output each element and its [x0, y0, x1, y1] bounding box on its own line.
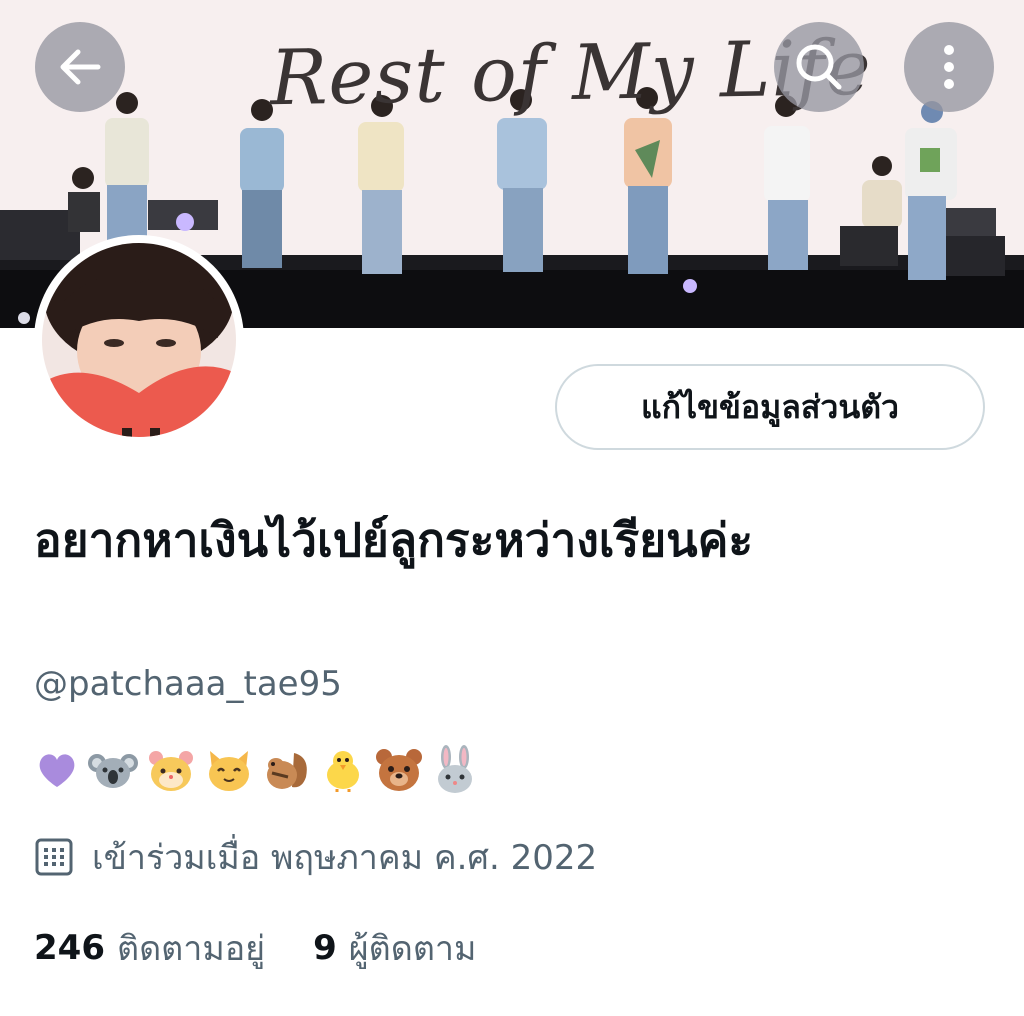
profile-avatar[interactable]: [34, 235, 244, 445]
following-count: 246: [34, 928, 105, 968]
joined-date-row: เข้าร่วมเมื่อ พฤษภาคม ค.ศ. 2022: [34, 832, 597, 882]
joined-date-text: เข้าร่วมเมื่อ พฤษภาคม ค.ศ. 2022: [92, 838, 598, 878]
followers-label: ผู้ติดตาม: [348, 929, 477, 969]
back-button[interactable]: [35, 22, 125, 112]
profile-display-name: อยากหาเงินไว้เปย์ลูกระหว่างเรียนค่ะ: [34, 513, 754, 567]
cat-icon: [209, 751, 249, 791]
rabbit-icon: [438, 745, 472, 793]
arrow-left-icon: [60, 49, 101, 85]
followers-link[interactable]: 9 ผู้ติดตาม: [313, 921, 476, 975]
more-options-button[interactable]: [904, 22, 994, 112]
profile-handle: @patchaaa_tae95: [34, 664, 342, 704]
koala-icon: [88, 754, 138, 788]
following-label: ติดตามอยู่: [116, 929, 266, 969]
calendar-icon: [35, 838, 73, 876]
following-link[interactable]: 246 ติดตามอยู่: [34, 921, 265, 975]
search-icon: [796, 44, 842, 90]
search-button[interactable]: [774, 22, 864, 112]
bio-emoji-row: [34, 744, 478, 796]
bear-icon: [376, 749, 422, 791]
follow-stats: 246 ติดตามอยู่ 9 ผู้ติดตาม: [34, 922, 524, 974]
chick-icon: [327, 751, 359, 792]
edit-profile-button[interactable]: แก้ไขข้อมูลส่วนตัว: [555, 364, 985, 450]
chipmunk-icon: [267, 753, 307, 789]
more-vertical-icon: [944, 45, 954, 89]
followers-count: 9: [313, 928, 337, 968]
purple-heart-icon: [39, 754, 75, 787]
avatar-image: [42, 243, 236, 437]
hamster-icon: [149, 751, 193, 791]
